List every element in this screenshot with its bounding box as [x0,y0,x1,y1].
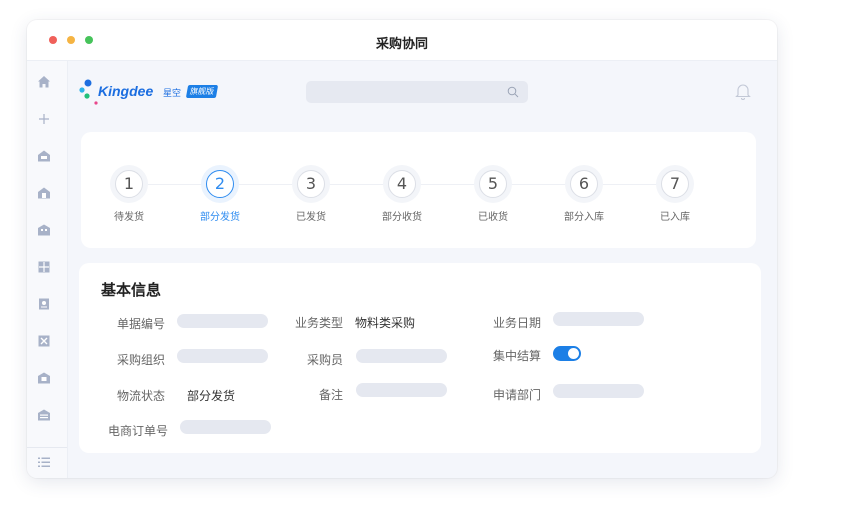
central-settlement-toggle[interactable] [553,346,581,361]
purchaser-field[interactable] [356,349,447,363]
step-label: 部分发货 [200,212,240,223]
sidebar [27,61,68,478]
basic-info-card: 基本信息 单据编号 业务类型 物料类采购 业务日期 采购组织 采购员 集中结算 … [79,263,761,453]
building-icon[interactable] [37,186,51,200]
search-icon[interactable] [507,86,519,98]
purchaser-label: 采购员 [306,353,343,367]
bank-icon[interactable] [37,371,51,385]
progress-steps-card: 1 待发货 2 部分发货 3 已发货 4 部分收货 5 已收货 6 部分入库 7… [81,132,756,248]
apply-dept-field[interactable] [553,384,644,398]
step-number: 1 [115,170,143,198]
step-number: 4 [388,170,416,198]
step-number: 7 [661,170,689,198]
ecommerce-order-no-field[interactable] [180,420,271,434]
brand-edition-badge: 旗舰版 [185,85,219,98]
bank-icon[interactable] [37,408,51,422]
list-menu-icon[interactable] [37,455,51,469]
biz-type-label: 业务类型 [294,316,343,330]
building-icon[interactable] [37,223,51,237]
logistics-status-value: 部分发货 [187,389,236,403]
logistics-status-label: 物流状态 [116,389,165,403]
step-label: 已发货 [296,212,326,223]
step-5[interactable]: 5 已收货 [453,170,533,223]
building-icon[interactable] [37,149,51,163]
title-bar: 采购协同 [27,20,777,61]
doc-no-label: 单据编号 [116,317,165,331]
bell-icon[interactable] [735,82,751,100]
grid-icon[interactable] [37,260,51,274]
step-label: 部分收货 [382,212,422,223]
purchase-org-field[interactable] [177,349,268,363]
brand-logo-text: Kingdee [98,83,154,99]
purchase-org-label: 采购组织 [116,353,165,367]
step-label: 已收货 [478,212,508,223]
step-1[interactable]: 1 待发货 [89,170,169,223]
step-number: 3 [297,170,325,198]
section-title: 基本信息 [101,281,162,299]
doc-no-field[interactable] [177,314,268,328]
search-input[interactable] [306,81,528,103]
app-header: Kingdee 星空 旗舰版 [68,61,777,121]
ecommerce-order-no-label: 电商订单号 [107,424,168,438]
box-icon[interactable] [37,334,51,348]
step-3[interactable]: 3 已发货 [271,170,351,223]
home-icon[interactable] [37,75,51,89]
step-7[interactable]: 7 已入库 [635,170,715,223]
step-number: 6 [570,170,598,198]
step-label: 待发货 [114,212,144,223]
step-number: 2 [206,170,234,198]
document-icon[interactable] [37,297,51,311]
central-settlement-label: 集中结算 [492,349,541,363]
apply-dept-label: 申请部门 [492,388,541,402]
window-title: 采购协同 [375,37,428,52]
biz-date-label: 业务日期 [492,316,541,330]
biz-date-field[interactable] [553,312,644,326]
remark-label: 备注 [318,388,343,402]
sidebar-divider [27,447,67,448]
remark-field[interactable] [356,383,447,397]
app-window: 采购协同 Kingdee 星空 旗舰版 1 待发货 2 部分发货 3 已发货 4… [27,20,777,478]
step-6[interactable]: 6 部分入库 [544,170,624,223]
brand-product-name: 星空 [163,89,182,99]
biz-type-value[interactable]: 物料类采购 [355,314,415,331]
step-label: 已入库 [660,212,690,223]
plus-icon[interactable] [37,112,51,126]
step-4[interactable]: 4 部分收货 [362,170,442,223]
step-label: 部分入库 [564,212,604,223]
step-number: 5 [479,170,507,198]
step-2[interactable]: 2 部分发货 [180,170,260,223]
